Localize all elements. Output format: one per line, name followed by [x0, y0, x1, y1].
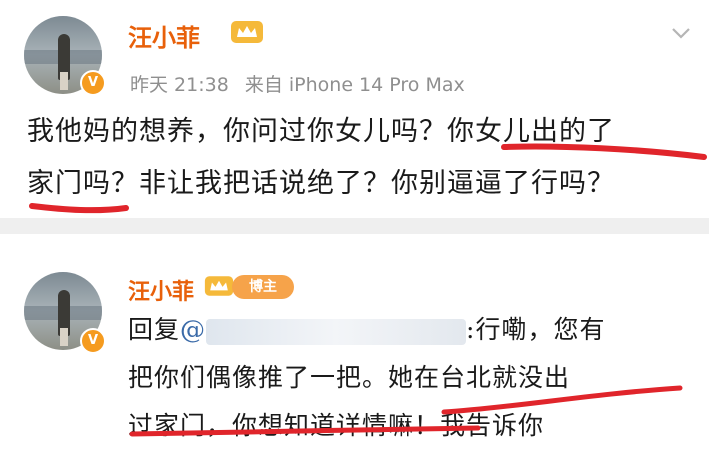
post-meta: 昨天 21:38 来自 iPhone 14 Pro Max [130, 70, 465, 97]
blogger-tag: 博主 [232, 275, 294, 299]
text-line-part: :行嘞，您有 [466, 315, 606, 344]
reply-prefix: 回复 [128, 315, 181, 344]
blurred-username [206, 318, 467, 345]
text-line: 我他妈的想养，你问过你女儿吗？你女儿出的了 [27, 116, 615, 147]
verified-v-icon: V [80, 328, 106, 354]
text-line: 把你们偶像推了一把。她在台北就没出 [128, 363, 571, 392]
post-card-1: V 汪小菲 昨天 21:38 来自 iPhone 14 Pro Max 我他妈的… [0, 0, 709, 218]
crown-icon [231, 21, 263, 43]
post-card-2: V 汪小菲 博主 回复@ :行嘞，您有 把你们偶像推了一把。她在台北就没出 过家门… [0, 234, 709, 450]
verified-v-icon: V [80, 70, 106, 96]
chevron-down-icon[interactable] [670, 22, 692, 44]
post-text: 我他妈的想养，你问过你女儿吗？你女儿出的了 家门吗？非让我把话说绝了？你别逼逼了… [27, 106, 699, 210]
author-name[interactable]: 汪小菲 [128, 274, 194, 306]
card-divider [0, 218, 709, 234]
crown-icon [204, 276, 234, 296]
text-line: 回复@ :行嘞，您有 [128, 306, 688, 354]
text-line: 家门吗？非让我把话说绝了？你别逼逼了行吗？ [27, 168, 615, 199]
author-name[interactable]: 汪小菲 [128, 18, 200, 53]
text-line: 过家门，你想知道详情嘛！我告诉你 [128, 411, 545, 440]
mention-link[interactable]: @ [180, 315, 206, 344]
post-source: 来自 iPhone 14 Pro Max [244, 74, 465, 96]
reply-text: 回复@ :行嘞，您有 把你们偶像推了一把。她在台北就没出 过家门，你想知道详情嘛！… [128, 306, 688, 450]
post-time: 昨天 21:38 [130, 74, 229, 96]
